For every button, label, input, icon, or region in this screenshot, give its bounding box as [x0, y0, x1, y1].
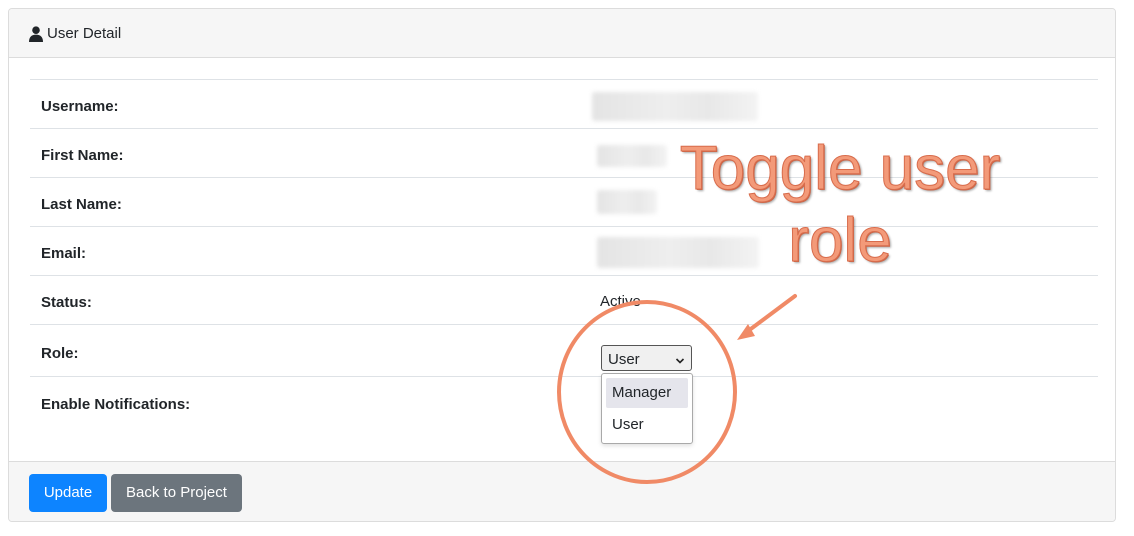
table-row: Enable Notifications: [30, 376, 1098, 428]
update-button[interactable]: Update [29, 474, 107, 512]
role-label: Role: [41, 345, 79, 362]
page-title: User Detail [47, 25, 122, 42]
email-label: Email: [41, 245, 87, 262]
back-to-project-button[interactable]: Back to Project [111, 474, 242, 512]
role-select[interactable]: User [601, 345, 692, 371]
table-row: Role: [30, 324, 1098, 376]
role-option-user[interactable]: User [606, 410, 688, 440]
username-label: Username: [41, 98, 119, 115]
status-label: Status: [41, 294, 92, 311]
table-row: Username: [30, 79, 1098, 128]
user-detail-card: User Detail Username: First Name: Last N… [8, 8, 1116, 522]
annotation-text-line1: Toggle user [679, 134, 1001, 203]
role-option-manager[interactable]: Manager [606, 378, 688, 408]
chevron-down-icon [675, 353, 685, 364]
annotation-text-line2: role [788, 206, 892, 275]
table-row: Email: [30, 226, 1098, 275]
enable-notifications-label: Enable Notifications: [41, 396, 191, 413]
table-row: Status: Active [30, 275, 1098, 324]
card-footer: Update Back to Project [9, 461, 1115, 521]
user-icon [29, 26, 43, 42]
role-select-value: User [608, 351, 640, 368]
last-name-value-redacted [597, 190, 657, 214]
first-name-label: First Name: [41, 147, 124, 164]
last-name-label: Last Name: [41, 196, 122, 213]
email-value-redacted [597, 237, 759, 268]
username-value-redacted [592, 92, 758, 121]
status-value: Active [600, 293, 641, 310]
card-header: User Detail [9, 9, 1115, 58]
role-dropdown-list: Manager User [601, 373, 693, 444]
